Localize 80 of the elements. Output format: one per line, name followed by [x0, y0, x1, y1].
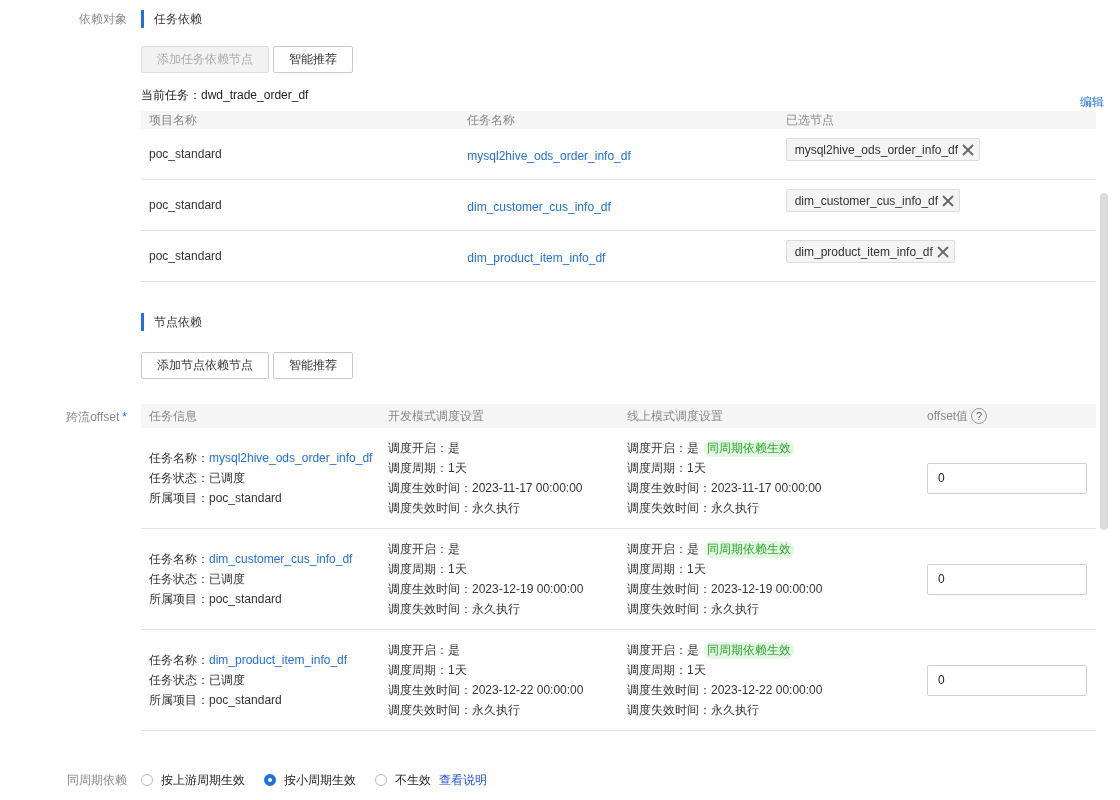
setting-text: 调度开启：是 [388, 440, 461, 457]
setting-text: 调度周期：1天 [627, 460, 707, 477]
project-text: 所属项目：poc_standard [149, 692, 283, 709]
radio-button[interactable] [264, 774, 276, 786]
section-title: 节点依赖 [141, 313, 202, 331]
setting-text: 调度生效时间：2023-12-22 00:00:00 [388, 682, 585, 699]
column-header: offset值 [927, 408, 969, 425]
close-icon[interactable] [934, 243, 951, 260]
recommend-button[interactable]: 智能推荐 [273, 352, 353, 379]
node-tag[interactable]: mysql2hive_ods_order_info_df [785, 138, 981, 161]
task-status-text: 任务状态：已调度 [149, 672, 246, 689]
column-header: 开发模式调度设置 [380, 404, 619, 428]
offset-input[interactable]: 0 [927, 563, 1087, 595]
column-header: 已选节点 [777, 111, 1096, 129]
task-link[interactable]: mysql2hive_ods_order_info_df [209, 448, 373, 468]
setting-text: 调度生效时间：2023-12-22 00:00:00 [627, 682, 824, 699]
scrollbar-thumb[interactable] [1100, 193, 1108, 530]
radio-button[interactable] [375, 774, 387, 786]
current-task-text: 当前任务：dwd_trade_order_df [141, 87, 309, 103]
offset-input[interactable]: 0 [927, 462, 1087, 494]
setting-text: 调度开启：是 [388, 642, 461, 659]
required-mark: * [122, 410, 127, 424]
offset-input[interactable]: 0 [927, 664, 1087, 696]
setting-text: 调度开启：是 [388, 541, 461, 558]
radio-label: 按上游周期生效 [161, 771, 245, 789]
setting-text: 调度周期：1天 [388, 561, 468, 578]
field-label: 同周期依赖 [67, 773, 127, 787]
radio-label: 不生效 [395, 771, 431, 789]
close-icon[interactable] [940, 192, 957, 209]
setting-text: 调度失效时间：永久执行 [388, 500, 521, 517]
table-cell: poc_standard [141, 129, 460, 180]
task-link[interactable]: dim_customer_cus_info_df [209, 549, 353, 569]
setting-text: 调度失效时间：永久执行 [627, 702, 760, 719]
table-cell: poc_standard [141, 180, 460, 231]
column-header: 线上模式调度设置 [619, 404, 919, 428]
add-node-button[interactable]: 添加节点依赖节点 [141, 352, 269, 379]
setting-text: 调度开启：是 [627, 441, 699, 455]
project-text: 所属项目：poc_standard [149, 591, 283, 608]
column-header: 项目名称 [141, 111, 460, 129]
status-badge: 同周期依赖生效 [704, 541, 794, 558]
task-link[interactable]: dim_product_item_info_df [209, 650, 348, 670]
field-label: 跨流offset [66, 410, 120, 424]
setting-text: 调度生效时间：2023-12-19 00:00:00 [627, 581, 824, 598]
setting-text: 调度周期：1天 [627, 561, 707, 578]
node-tag[interactable]: dim_customer_cus_info_df [785, 189, 961, 212]
field-label: 依赖对象 [79, 12, 127, 26]
field-label: 任务名称： [149, 450, 209, 467]
radio-label: 按小周期生效 [284, 771, 356, 789]
field-label: 任务名称： [149, 551, 209, 568]
setting-text: 调度开启：是 [627, 643, 699, 657]
task-link[interactable]: mysql2hive_ods_order_info_df [467, 145, 631, 163]
setting-text: 调度生效时间：2023-11-17 00:00:00 [627, 480, 823, 497]
section-title: 任务依赖 [141, 10, 202, 28]
task-status-text: 任务状态：已调度 [149, 470, 246, 487]
setting-text: 调度生效时间：2023-12-19 00:00:00 [388, 581, 585, 598]
column-header: 任务名称 [459, 111, 778, 129]
column-header: 任务信息 [141, 404, 380, 428]
status-badge: 同周期依赖生效 [704, 440, 794, 457]
task-status-text: 任务状态：已调度 [149, 571, 246, 588]
edit-link[interactable]: 编辑 [1080, 94, 1104, 110]
task-link[interactable]: dim_product_item_info_df [467, 247, 606, 265]
setting-text: 调度周期：1天 [627, 662, 707, 679]
help-link[interactable]: 查看说明 [439, 771, 487, 789]
task-link[interactable]: dim_customer_cus_info_df [467, 196, 611, 214]
field-label: 任务名称： [149, 652, 209, 669]
radio-button[interactable] [141, 774, 153, 786]
project-text: 所属项目：poc_standard [149, 490, 283, 507]
table-cell: poc_standard [141, 231, 460, 282]
node-tag[interactable]: dim_product_item_info_df [785, 240, 955, 263]
close-icon[interactable] [960, 141, 977, 158]
setting-text: 调度失效时间：永久执行 [627, 500, 760, 517]
setting-text: 调度生效时间：2023-11-17 00:00:00 [388, 480, 584, 497]
setting-text: 调度失效时间：永久执行 [388, 702, 521, 719]
recommend-button[interactable]: 智能推荐 [273, 46, 353, 73]
status-badge: 同周期依赖生效 [704, 642, 794, 659]
setting-text: 调度周期：1天 [388, 460, 468, 477]
setting-text: 调度周期：1天 [388, 662, 468, 679]
setting-text: 调度失效时间：永久执行 [388, 601, 521, 618]
setting-text: 调度失效时间：永久执行 [627, 601, 760, 618]
setting-text: 调度开启：是 [627, 542, 699, 556]
